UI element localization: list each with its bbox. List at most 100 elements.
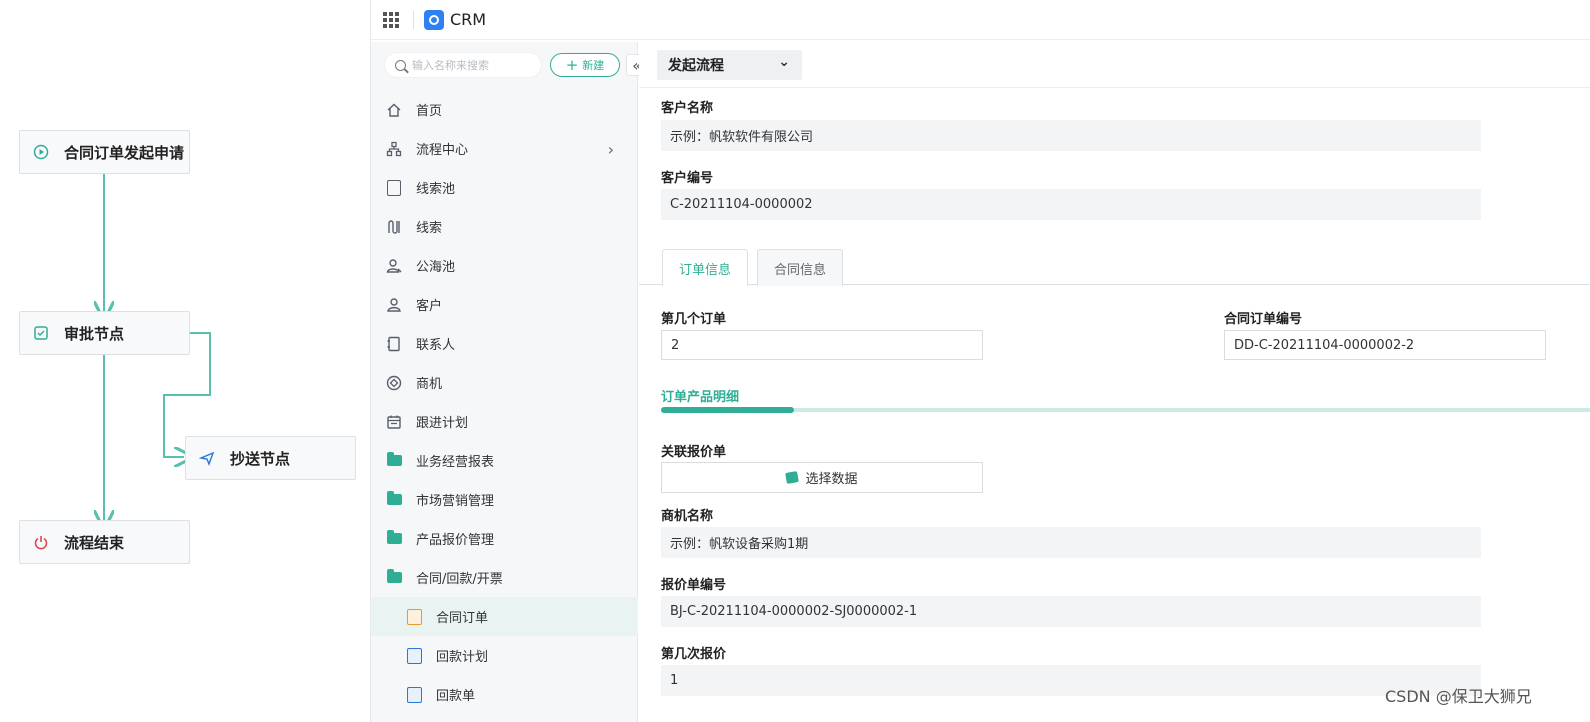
- flow-node-approve-label: 审批节点: [64, 324, 125, 343]
- topbar-divider: [413, 10, 414, 29]
- flow-connectors: [0, 174, 211, 722]
- sidebar-item-payment-plan[interactable]: 回款计划: [371, 636, 638, 675]
- new-button-label: 新建: [582, 59, 605, 72]
- app-grid-icon[interactable]: [383, 11, 399, 28]
- main-header: 发起流程 ⌄: [639, 42, 1590, 88]
- chevron-right-icon: ›: [607, 140, 614, 159]
- select-data-label: 选择数据: [805, 472, 858, 487]
- sidebar-item-contact[interactable]: 联系人: [371, 324, 638, 363]
- opportunity-icon: [385, 374, 403, 392]
- sidebar-item-label: 首页: [416, 104, 443, 119]
- approve-icon: [32, 324, 50, 342]
- sidebar-item-lead-pool[interactable]: 线索池: [371, 168, 638, 207]
- form-tabs: 订单信息 合同信息: [639, 249, 1590, 286]
- flow-node-approve[interactable]: 审批节点: [19, 311, 190, 355]
- sidebar-item-product-quote[interactable]: 产品报价管理: [371, 519, 638, 558]
- screen: 合同订单发起申请 审批节点 抄送节点 流程结束 CRM 输入名称来搜索 + 新建…: [0, 0, 1590, 722]
- home-icon: [385, 101, 403, 119]
- flow-node-cc-label: 抄送节点: [230, 449, 291, 468]
- power-icon: [32, 533, 50, 551]
- crm-app: CRM 输入名称来搜索 + 新建 « 首页 流程中心 › 线索池 线索 公海池 …: [370, 0, 1590, 722]
- sidebar-item-contract-order[interactable]: 合同订单: [371, 597, 638, 636]
- order-index-input[interactable]: 2: [661, 330, 983, 360]
- process-select[interactable]: 发起流程 ⌄: [657, 50, 802, 80]
- sidebar-item-opportunity[interactable]: 商机: [371, 363, 638, 402]
- send-icon: [198, 449, 216, 467]
- sidebar-item-label: 商机: [416, 377, 443, 392]
- search-input[interactable]: 输入名称来搜索: [384, 52, 542, 78]
- flow-node-end[interactable]: 流程结束: [19, 520, 190, 564]
- sidebar-item-label: 产品报价管理: [416, 533, 495, 548]
- contract-order-no-label: 合同订单编号: [1224, 312, 1303, 327]
- section-title-order-products: 订单产品明细: [661, 390, 740, 405]
- customer-name-value: 示例：帆软软件有限公司: [661, 120, 1481, 151]
- process-select-label: 发起流程: [668, 58, 724, 74]
- tag-icon: [785, 471, 800, 484]
- sidebar-item-customer[interactable]: 客户: [371, 285, 638, 324]
- sidebar-item-payment-receipt[interactable]: 回款单: [371, 675, 638, 714]
- chevron-down-icon: ⌄: [778, 54, 790, 70]
- select-data-button[interactable]: 选择数据: [661, 462, 983, 493]
- contract-order-icon: [405, 608, 423, 626]
- search-placeholder: 输入名称来搜索: [412, 59, 489, 72]
- sidebar-item-label: 合同/回款/开票: [416, 572, 503, 587]
- tab-order-info[interactable]: 订单信息: [662, 249, 748, 286]
- flow-diagram: 合同订单发起申请 审批节点 抄送节点 流程结束: [0, 0, 370, 722]
- public-pool-icon: [385, 257, 403, 275]
- quote-times-value: 1: [661, 665, 1481, 696]
- opportunity-name-value: 示例：帆软设备采购1期: [661, 527, 1481, 558]
- payment-receipt-icon: [405, 686, 423, 704]
- sidebar-item-label: 市场营销管理: [416, 494, 495, 509]
- sidebar-item-marketing[interactable]: 市场营销管理: [371, 480, 638, 519]
- lead-pool-icon: [385, 179, 403, 197]
- quote-times-label: 第几次报价: [661, 647, 727, 662]
- flow-icon: [385, 140, 403, 158]
- flow-node-start[interactable]: 合同订单发起申请: [19, 130, 190, 174]
- folder-icon: [385, 491, 403, 509]
- folder-open-icon: [385, 569, 403, 587]
- app-title: CRM: [450, 10, 487, 29]
- sidebar-item-public-pool[interactable]: 公海池: [371, 246, 638, 285]
- folder-icon: [385, 530, 403, 548]
- plus-icon: +: [565, 55, 579, 74]
- sidebar-item-flow-center[interactable]: 流程中心 ›: [371, 129, 638, 168]
- folder-icon: [385, 452, 403, 470]
- contact-icon: [385, 335, 403, 353]
- flow-node-cc[interactable]: 抄送节点: [185, 436, 356, 480]
- sidebar-item-label: 回款计划: [436, 650, 489, 665]
- customer-icon: [385, 296, 403, 314]
- sidebar-item-follow-plan[interactable]: 跟进计划: [371, 402, 638, 441]
- lead-icon: [385, 218, 403, 236]
- crm-logo-icon: [424, 9, 444, 30]
- quote-no-label: 报价单编号: [661, 578, 727, 593]
- sidebar-item-contract-payment-invoice[interactable]: 合同/回款/开票: [371, 558, 638, 597]
- sidebar-item-label: 公海池: [416, 260, 456, 275]
- contract-order-no-input[interactable]: DD-C-20211104-0000002-2: [1224, 330, 1546, 360]
- payment-plan-icon: [405, 647, 423, 665]
- opportunity-name-label: 商机名称: [661, 509, 714, 524]
- customer-no-label: 客户编号: [661, 171, 714, 186]
- sidebar-item-label: 客户: [416, 299, 443, 314]
- play-circle-icon: [32, 143, 50, 161]
- flow-node-start-label: 合同订单发起申请: [64, 143, 185, 162]
- sidebar-item-label: 合同订单: [436, 611, 489, 626]
- sidebar-item-label: 流程中心: [416, 143, 469, 158]
- main-form: 发起流程 ⌄ 客户名称 示例：帆软软件有限公司 客户编号 C-20211104-…: [639, 42, 1590, 722]
- quote-link-label: 关联报价单: [661, 445, 727, 460]
- sidebar: 输入名称来搜索 + 新建 « 首页 流程中心 › 线索池 线索 公海池 客户 联…: [371, 42, 648, 722]
- sidebar-item-business-report[interactable]: 业务经营报表: [371, 441, 638, 480]
- sidebar-item-label: 跟进计划: [416, 416, 469, 431]
- top-bar: CRM: [371, 0, 1590, 40]
- sidebar-item-label: 业务经营报表: [416, 455, 495, 470]
- sidebar-item-label: 线索: [416, 221, 443, 236]
- customer-name-label: 客户名称: [661, 101, 714, 116]
- tab-contract-info[interactable]: 合同信息: [757, 249, 843, 286]
- sidebar-item-home[interactable]: 首页: [371, 90, 638, 129]
- calendar-icon: [385, 413, 403, 431]
- sidebar-item-label: 回款单: [436, 689, 476, 704]
- section-divider: [661, 407, 1590, 413]
- sidebar-item-lead[interactable]: 线索: [371, 207, 638, 246]
- quote-no-value: BJ-C-20211104-0000002-SJ0000002-1: [661, 596, 1481, 627]
- order-index-label: 第几个订单: [661, 312, 727, 327]
- new-button[interactable]: + 新建: [550, 53, 620, 77]
